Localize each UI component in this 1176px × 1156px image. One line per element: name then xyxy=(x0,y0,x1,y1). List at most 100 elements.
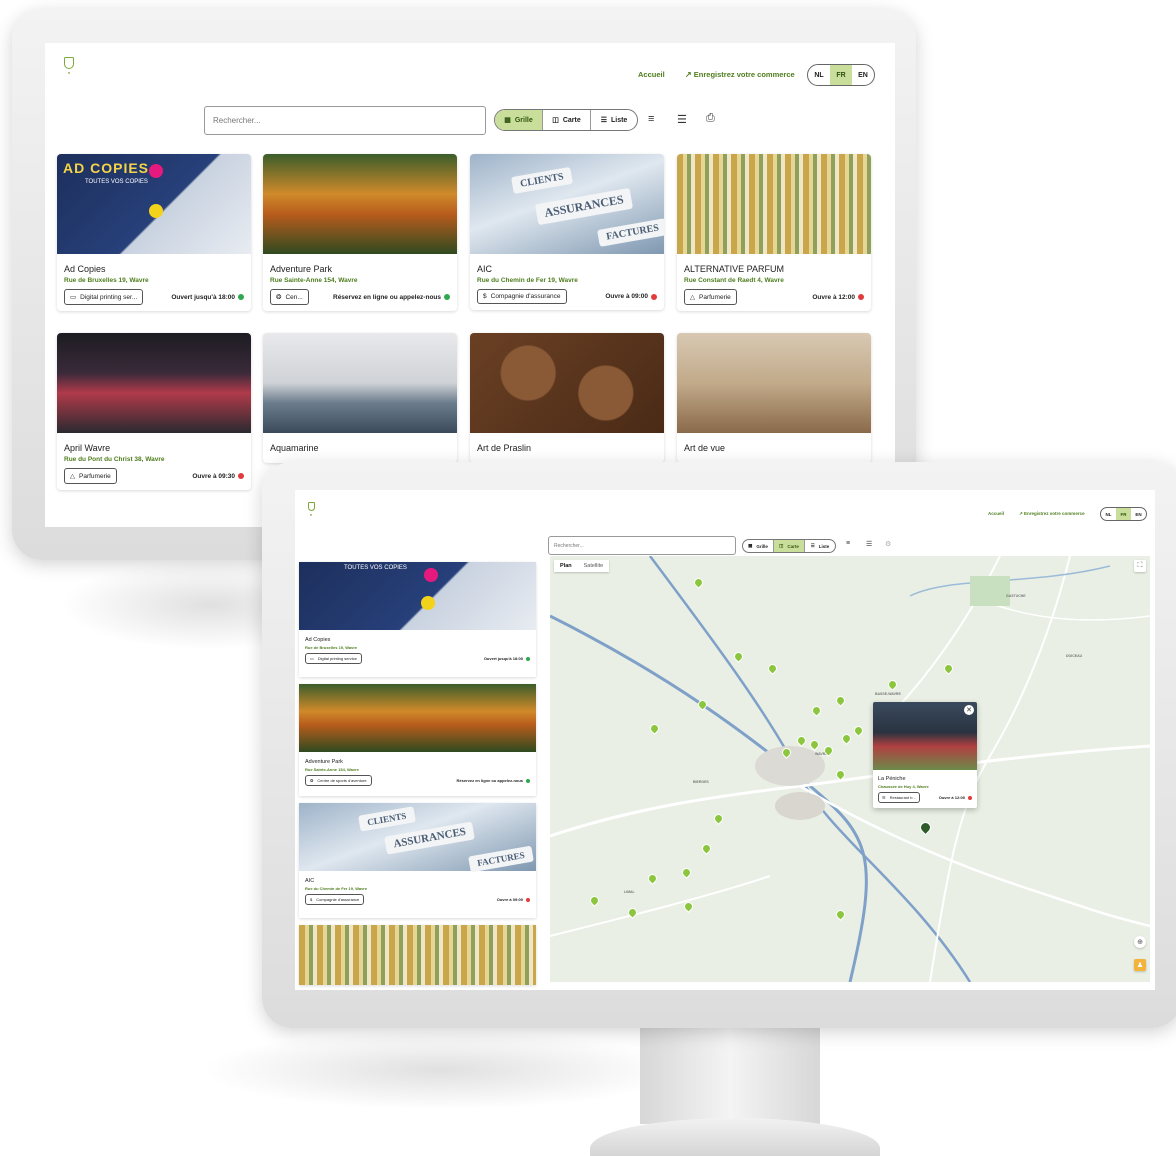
category-chip[interactable]: ▭ Digital printing service xyxy=(305,653,362,664)
status-dot xyxy=(968,795,972,800)
map-popup[interactable]: ✕ La Péniche Chaussée de Huy 4, Wavre ☰ R… xyxy=(873,702,977,808)
view-map-button[interactable]: ◫ Carte xyxy=(543,110,591,130)
status-badge: Ouvert jusqu'à 18:00 xyxy=(484,656,530,661)
lang-nl[interactable]: NL xyxy=(1101,508,1116,520)
business-address: Rue Sainte-Anne 154, Wavre xyxy=(270,277,358,284)
business-card[interactable]: CLIENTS ASSURANCES FACTURES AIC Rue du C… xyxy=(470,154,664,310)
lang-nl[interactable]: NL xyxy=(808,65,830,85)
perfume-icon: △ xyxy=(70,473,75,480)
map-place-label: BASSE-WAVRE xyxy=(875,692,901,696)
filter-icon[interactable]: ≡ xyxy=(846,540,850,547)
business-address: Rue Sainte-Anne 154, Wavre xyxy=(305,767,359,772)
status-dot xyxy=(238,473,244,479)
monitor-map-view: ● Accueil ↗ Enregistrez votre commerce N… xyxy=(262,462,1176,1028)
view-list-button[interactable]: ☰ Liste xyxy=(591,110,637,130)
business-name: Art de Praslin xyxy=(477,443,532,453)
business-address: Rue du Pont du Christ 38, Wavre xyxy=(64,456,165,463)
gear-icon[interactable]: ⚙ xyxy=(885,540,891,548)
lang-en[interactable]: EN xyxy=(852,65,874,85)
business-address: Rue de Bruxelles 19, Wavre xyxy=(305,645,358,650)
lang-fr[interactable]: FR xyxy=(830,65,852,85)
business-card[interactable]: Adventure Park Rue Sainte-Anne 154, Wavr… xyxy=(263,154,457,311)
lang-fr[interactable]: FR xyxy=(1116,508,1131,520)
business-name: Art de vue xyxy=(684,443,726,453)
status-dot xyxy=(444,294,450,300)
map-view[interactable]: Plan Satellite ⛶ ⊕ ♟ WAVRE BASSE-WAVRE L… xyxy=(550,556,1150,982)
status-badge: Ouvre à 12:00 xyxy=(939,795,972,800)
monitor-shadow xyxy=(200,1030,680,1110)
category-chip[interactable]: △ Parfumerie xyxy=(684,289,737,305)
search-input[interactable]: Rechercher... xyxy=(204,106,486,135)
tab-plan[interactable]: Plan xyxy=(554,560,578,572)
business-name: AIC xyxy=(477,264,493,274)
status-dot xyxy=(651,293,657,300)
status-dot xyxy=(858,294,864,300)
business-image: CLIENTS ASSURANCES FACTURES xyxy=(470,154,664,254)
list-item[interactable]: Adventure Park Rue Sainte-Anne 154, Wavr… xyxy=(299,684,536,796)
map-place-label: GASTUCHE xyxy=(1006,594,1026,598)
business-image xyxy=(677,154,871,254)
nav-home-link[interactable]: Accueil xyxy=(988,511,1004,516)
map-place-label: DOICEAU xyxy=(1066,654,1083,658)
view-map-button[interactable]: ◫ Carte xyxy=(774,540,805,552)
sort-icon[interactable]: ☰ xyxy=(866,540,872,548)
category-chip[interactable]: $ Compagnie d'assurance xyxy=(477,289,567,304)
business-image xyxy=(57,333,251,433)
filter-icon[interactable]: ≡ xyxy=(648,113,654,125)
list-item[interactable]: CLIENTS ASSURANCES FACTURES AIC Rue du C… xyxy=(299,803,536,918)
monitor-stand-base xyxy=(590,1118,880,1156)
business-card[interactable]: AD COPIES TOUTES VOS COPIES Ad Copies Ru… xyxy=(57,154,251,311)
view-toggle: ▦ Grille ◫ Carte ☰ Liste xyxy=(742,539,836,553)
category-chip[interactable]: ❂ Centre de sports d'aventure xyxy=(305,775,372,786)
search-input[interactable]: Rechercher... xyxy=(548,536,736,555)
tab-satellite[interactable]: Satellite xyxy=(578,560,610,572)
laptop-icon: ▭ xyxy=(310,656,314,661)
list-item[interactable] xyxy=(299,925,536,985)
locate-icon[interactable]: ⊕ xyxy=(1134,936,1146,948)
print-icon[interactable]: ⎙ xyxy=(706,112,715,125)
list-item[interactable]: TOUTES VOS COPIES Ad Copies Rue de Bruxe… xyxy=(299,562,536,677)
nav-register-link[interactable]: ↗ Enregistrez votre commerce xyxy=(685,70,795,79)
grid-icon: ▦ xyxy=(748,543,753,548)
nav-register-link[interactable]: ↗ Enregistrez votre commerce xyxy=(1019,511,1085,517)
view-grid-button[interactable]: ▦ Grille xyxy=(743,540,774,552)
restaurant-icon: ☰ xyxy=(882,795,886,800)
business-card[interactable]: Aquamarine xyxy=(263,333,457,463)
business-card[interactable]: ALTERNATIVE PARFUM Rue Constant de Raedt… xyxy=(677,154,871,311)
language-switcher: NL FR EN xyxy=(1100,507,1147,521)
street-view-icon[interactable]: ♟ xyxy=(1134,959,1146,971)
category-chip[interactable]: $ Compagnie d'assurance xyxy=(305,894,365,905)
status-badge: Ouvre à 09:00 xyxy=(605,293,657,300)
status-dot xyxy=(238,294,244,300)
business-image: AD COPIES TOUTES VOS COPIES xyxy=(57,154,251,254)
business-address: Rue du Chemin de Fer 19, Wavre xyxy=(305,886,368,891)
business-address: Rue du Chemin de Fer 19, Wavre xyxy=(477,277,578,284)
business-name: La Péniche xyxy=(878,776,906,782)
view-list-button[interactable]: ☰ Liste xyxy=(805,540,835,552)
close-icon[interactable]: ✕ xyxy=(964,705,974,715)
category-chip[interactable]: ▭ Digital printing ser... xyxy=(64,289,144,305)
view-toggle: ▦ Grille ◫ Carte ☰ Liste xyxy=(494,109,638,131)
view-grid-button[interactable]: ▦ Grille xyxy=(495,110,543,130)
category-chip[interactable]: ❂ Cen... xyxy=(270,289,309,305)
business-image xyxy=(299,925,536,985)
map-icon: ◫ xyxy=(779,543,784,548)
business-card[interactable]: Art de Praslin xyxy=(470,333,664,463)
monitor-stand xyxy=(640,1024,820,1124)
grid-icon: ▦ xyxy=(504,117,511,124)
business-card[interactable]: April Wavre Rue du Pont du Christ 38, Wa… xyxy=(57,333,251,490)
logo[interactable]: ● xyxy=(305,502,317,522)
category-chip[interactable]: △ Parfumerie xyxy=(64,468,117,484)
map-roads xyxy=(550,556,1150,982)
lang-en[interactable]: EN xyxy=(1131,508,1146,520)
business-name: April Wavre xyxy=(64,443,111,453)
nav-home-link[interactable]: Accueil xyxy=(638,70,665,79)
fullscreen-icon[interactable]: ⛶ xyxy=(1134,560,1146,572)
business-name: Aquamarine xyxy=(270,443,319,453)
category-chip[interactable]: ☰ Restaurant b... xyxy=(878,792,920,803)
business-card[interactable]: Art de vue xyxy=(677,333,871,463)
business-image xyxy=(470,333,664,433)
sort-icon[interactable]: ☰ xyxy=(677,113,687,126)
business-address: Chaussée de Huy 4, Wavre xyxy=(878,784,929,789)
logo[interactable]: ● xyxy=(63,57,75,77)
